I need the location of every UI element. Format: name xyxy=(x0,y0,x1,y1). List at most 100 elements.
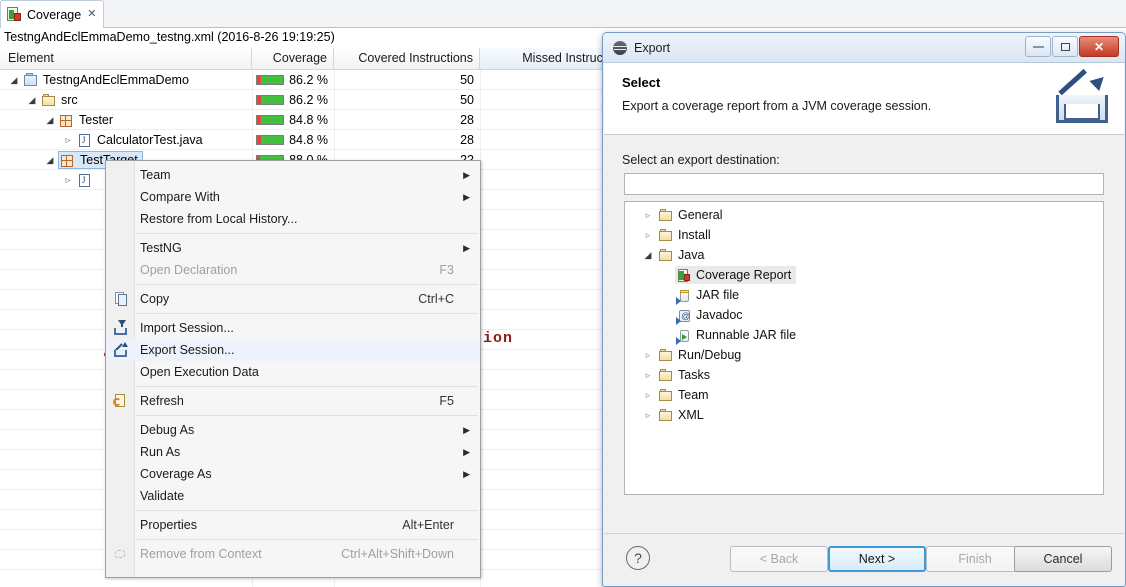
destination-tree-item[interactable]: ▹ XML xyxy=(625,405,1103,425)
copy-icon xyxy=(112,291,129,307)
next-button[interactable]: Next > xyxy=(828,546,926,572)
menu-item-label: Validate xyxy=(140,489,185,503)
coverage-percent: 86.2 % xyxy=(289,93,328,107)
tab-coverage[interactable]: Coverage ✕ xyxy=(0,0,104,28)
menu-item-copy[interactable]: Copy Ctrl+C xyxy=(106,288,480,310)
dialog-header: Select Export a coverage report from a J… xyxy=(604,63,1124,135)
finish-button[interactable]: Finish xyxy=(926,546,1024,572)
destination-filter-input[interactable] xyxy=(624,173,1104,195)
chevron-right-icon: ▶ xyxy=(463,468,470,479)
menu-item-validate[interactable]: Validate xyxy=(106,485,480,507)
window-buttons: ✕ xyxy=(1025,36,1119,57)
menu-item-label: Export Session... xyxy=(140,343,235,357)
folder-icon xyxy=(658,348,674,363)
menu-item-label: Import Session... xyxy=(140,321,234,335)
menu-item-run-as[interactable]: Run As ▶ xyxy=(106,441,480,463)
coverage-icon xyxy=(7,7,22,22)
menu-item-debug-as[interactable]: Debug As ▶ xyxy=(106,419,480,441)
coverage-view-tabbar: Coverage ✕ xyxy=(0,0,1126,28)
tree-expander[interactable]: ▹ xyxy=(639,390,657,401)
covered-instructions-value: 50 xyxy=(460,93,474,107)
menu-item-import-session[interactable]: Import Session... xyxy=(106,317,480,339)
destination-tree-item[interactable]: Runnable JAR file xyxy=(625,325,1103,345)
context-menu[interactable]: Team ▶ Compare With ▶ Restore from Local His… xyxy=(105,160,481,578)
menu-item-open-declaration: Open Declaration F3 xyxy=(106,259,480,281)
menu-item-testng[interactable]: TestNG ▶ xyxy=(106,237,480,259)
destination-tree-item[interactable]: ▹ Run/Debug xyxy=(625,345,1103,365)
menu-item-label: Team xyxy=(140,168,171,182)
menu-item-coverage-as[interactable]: Coverage As ▶ xyxy=(106,463,480,485)
refresh-icon xyxy=(112,393,129,409)
destination-tree-item-label: Tasks xyxy=(678,368,710,382)
folder-icon xyxy=(658,368,674,383)
menu-item-label: Coverage As xyxy=(140,467,212,481)
tree-expander[interactable]: ▹ xyxy=(639,210,657,221)
tree-expander[interactable] xyxy=(24,95,40,106)
minimize-button[interactable] xyxy=(1025,36,1051,57)
tree-expander[interactable] xyxy=(42,155,58,166)
coverage-report-icon xyxy=(676,268,692,283)
destination-tree-item-label: General xyxy=(678,208,723,222)
menu-item-compare-with[interactable]: Compare With ▶ xyxy=(106,186,480,208)
dialog-titlebar[interactable]: Export ✕ xyxy=(603,33,1125,63)
column-header-covered-instructions[interactable]: Covered Instructions xyxy=(334,48,480,69)
tree-expander[interactable]: ▹ xyxy=(639,350,657,361)
column-header-coverage[interactable]: Coverage xyxy=(252,48,334,69)
destination-tree[interactable]: ▹ General ▹ Install ◢ Java Coverage Report JAR … xyxy=(624,201,1104,495)
column-header-element[interactable]: Element xyxy=(0,48,252,69)
help-button[interactable]: ? xyxy=(626,546,650,570)
destination-tree-item[interactable]: @ Javadoc xyxy=(625,305,1103,325)
destination-tree-item[interactable]: ▹ Install xyxy=(625,225,1103,245)
tree-item: TestngAndEclEmmaDemo xyxy=(22,71,193,89)
tree-expander[interactable]: ◢ xyxy=(639,250,657,261)
destination-tree-item[interactable]: ▹ Tasks xyxy=(625,365,1103,385)
tree-item: Tester xyxy=(58,111,117,129)
tree-expander[interactable] xyxy=(42,115,58,126)
menu-item-label: Copy xyxy=(140,292,170,306)
folder-icon xyxy=(658,208,674,223)
destination-tree-item-label: Run/Debug xyxy=(678,348,742,362)
menu-item-team[interactable]: Team ▶ xyxy=(106,164,480,186)
tree-item-label: src xyxy=(61,93,78,107)
destination-tree-item[interactable]: ▹ General xyxy=(625,205,1103,225)
destination-tree-item[interactable]: Coverage Report xyxy=(625,265,1103,285)
remove-from-context-icon xyxy=(112,546,129,562)
menu-item-label: Properties xyxy=(140,518,197,532)
menu-item-restore-from-local-history[interactable]: Restore from Local History... xyxy=(106,208,480,230)
folder-icon xyxy=(658,228,674,243)
tree-expander[interactable]: ▹ xyxy=(639,370,657,381)
back-button[interactable]: < Back xyxy=(730,546,828,572)
coverage-percent: 84.8 % xyxy=(289,133,328,147)
menu-item-open-execution-data[interactable]: Open Execution Data xyxy=(106,361,480,383)
destination-tree-item-label: Java xyxy=(678,248,705,262)
destination-tree-item-label: Team xyxy=(678,388,709,402)
destination-tree-item-label: Javadoc xyxy=(696,308,743,322)
tree-item: J xyxy=(76,171,101,189)
close-icon[interactable]: ✕ xyxy=(87,9,96,20)
destination-tree-item[interactable]: JAR file xyxy=(625,285,1103,305)
menu-item-properties[interactable]: Properties Alt+Enter xyxy=(106,514,480,536)
menu-item-accelerator: Alt+Enter xyxy=(402,518,454,532)
maximize-button[interactable] xyxy=(1052,36,1078,57)
folder-icon xyxy=(658,408,674,423)
destination-tree-item-label: XML xyxy=(678,408,704,422)
menu-item-label: Compare With xyxy=(140,190,220,204)
menu-item-refresh[interactable]: Refresh F5 xyxy=(106,390,480,412)
tree-expander[interactable]: ▹ xyxy=(639,410,657,421)
covered-instructions-value: 50 xyxy=(460,73,474,87)
menu-item-export-session[interactable]: Export Session... xyxy=(106,339,480,361)
close-button[interactable]: ✕ xyxy=(1079,36,1119,57)
menu-separator xyxy=(136,284,478,285)
tree-expander[interactable] xyxy=(6,75,22,86)
dialog-title: Export xyxy=(634,40,671,55)
destination-tree-item[interactable]: ▹ Team xyxy=(625,385,1103,405)
destination-tree-item[interactable]: ◢ Java xyxy=(625,245,1103,265)
tree-expander[interactable]: ▹ xyxy=(639,230,657,241)
menu-item-label: Refresh xyxy=(140,394,184,408)
tree-expander[interactable] xyxy=(60,175,76,186)
tree-expander[interactable] xyxy=(60,135,76,146)
menu-item-accelerator: F3 xyxy=(439,263,454,277)
destination-tree-item-label: Runnable JAR file xyxy=(696,328,797,342)
dialog-body: Select an export destination: ▹ General ▹ I… xyxy=(604,135,1124,535)
cancel-button[interactable]: Cancel xyxy=(1014,546,1112,572)
